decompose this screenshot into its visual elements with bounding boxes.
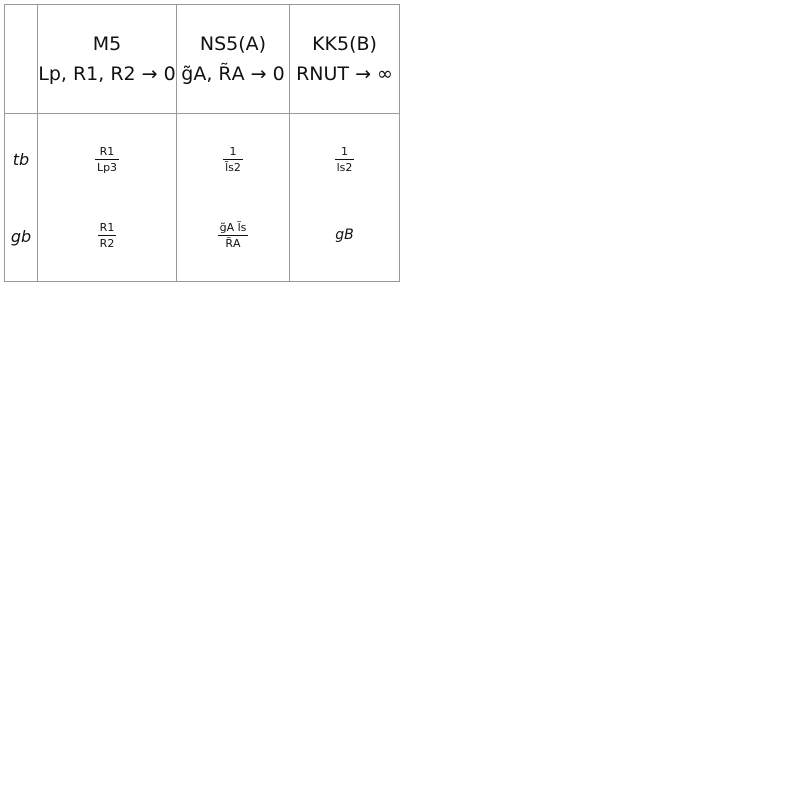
denominator: Lp3 [96, 160, 118, 174]
header-kk5: KK5(B) RNUT → ∞ [290, 5, 399, 113]
numerator: g̃A l̃s [219, 220, 247, 234]
numerator: R1 [99, 220, 115, 234]
header-title: KK5(B) [312, 33, 377, 55]
header-title: M5 [92, 33, 122, 55]
fraction: g̃A l̃s R̃A [217, 220, 249, 250]
header-limit: g̃A, R̃A → 0 [181, 63, 285, 85]
fraction-bar [217, 234, 249, 236]
fraction: R1 R2 [97, 220, 117, 250]
fraction: 1 ls2 [334, 144, 355, 174]
denominator: R̃A [225, 236, 241, 250]
cell-tb-kk5: 1 ls2 [290, 135, 399, 183]
fraction: R1 Lp3 [94, 144, 120, 174]
plain-value: gB [335, 227, 354, 243]
cell-tb-m5: R1 Lp3 [38, 135, 176, 183]
denominator: R2 [99, 236, 115, 250]
header-ns5: NS5(A) g̃A, R̃A → 0 [177, 5, 289, 113]
cell-tb-ns5: 1 l̃s2 [177, 135, 289, 183]
numerator: R1 [99, 144, 115, 158]
header-title: NS5(A) [199, 33, 267, 55]
header-limit: Lp, R1, R2 → 0 [38, 63, 176, 85]
header-limit: RNUT → ∞ [296, 63, 393, 85]
denominator: ls2 [336, 160, 353, 174]
row-label-tb: tb [12, 149, 30, 169]
duality-table: M5 Lp, R1, R2 → 0 NS5(A) g̃A, R̃A → 0 KK… [4, 4, 400, 282]
fraction-bar [223, 158, 243, 160]
row-divider [5, 113, 399, 114]
fraction-bar [97, 234, 117, 236]
cell-gb-ns5: g̃A l̃s R̃A [177, 211, 289, 259]
numerator: 1 [229, 144, 237, 158]
fraction-bar [94, 158, 120, 160]
row-label-gb: gb [10, 226, 32, 246]
fraction: 1 l̃s2 [223, 145, 243, 174]
cell-gb-m5: R1 R2 [38, 211, 176, 259]
header-m5: M5 Lp, R1, R2 → 0 [38, 5, 176, 113]
numerator: 1 [340, 144, 348, 158]
fraction-bar [334, 158, 355, 160]
cell-gb-kk5: gB [290, 211, 399, 259]
denominator: l̃s2 [225, 160, 241, 174]
